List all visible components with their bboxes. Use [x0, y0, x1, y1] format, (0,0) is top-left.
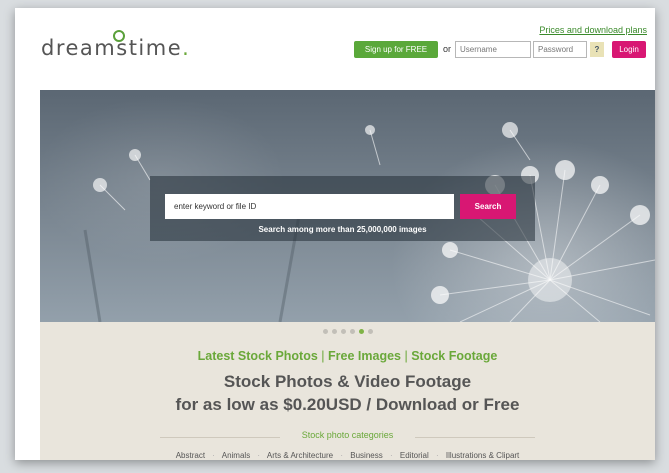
search-button[interactable]: Search [460, 194, 516, 219]
category-list: Abstract · Animals · Arts & Architecture… [40, 451, 655, 460]
categories-header: Stock photo categories [40, 430, 655, 444]
browser-frame: dreamstime. Prices and download plans Si… [15, 8, 655, 460]
search-panel: enter keyword or file ID Search Search a… [150, 176, 535, 241]
category-separator: · [436, 451, 439, 460]
slide-dot[interactable] [340, 329, 346, 334]
site-header: dreamstime. Prices and download plans Si… [15, 8, 655, 90]
help-button[interactable]: ? [590, 42, 604, 57]
featured-links: Latest Stock Photos | Free Images | Stoc… [40, 349, 655, 363]
search-input[interactable]: enter keyword or file ID [165, 194, 454, 219]
category-business[interactable]: Business [350, 451, 382, 460]
category-editorial[interactable]: Editorial [400, 451, 429, 460]
categories-title: Stock photo categories [301, 430, 394, 440]
category-illustrations-clipart[interactable]: Illustrations & Clipart [446, 451, 519, 460]
logo-circle-icon [113, 30, 125, 42]
login-button[interactable]: Login [612, 41, 646, 58]
category-separator: · [257, 451, 261, 460]
search-caption: Search among more than 25,000,000 images [258, 225, 427, 234]
category-separator: · [389, 451, 393, 460]
username-field[interactable]: Username [455, 41, 531, 58]
stock-footage-link[interactable]: Stock Footage [411, 349, 497, 363]
password-field[interactable]: Password [533, 41, 587, 58]
or-label: or [443, 44, 452, 54]
category-animals[interactable]: Animals [222, 451, 250, 460]
logo-period: . [182, 36, 191, 60]
slide-dot[interactable] [322, 329, 328, 334]
logo-text: dreamstime [41, 36, 183, 60]
category-separator: · [340, 451, 344, 460]
link-separator: | [404, 349, 408, 363]
category-abstract[interactable]: Abstract [176, 451, 205, 460]
hero-banner: enter keyword or file ID Search Search a… [40, 90, 655, 322]
category-separator: · [212, 451, 215, 460]
link-separator: | [321, 349, 325, 363]
slide-dot-active[interactable] [358, 329, 364, 334]
slide-dot[interactable] [349, 329, 355, 334]
slide-dot[interactable] [331, 329, 337, 334]
slide-dot[interactable] [367, 329, 373, 334]
free-images-link[interactable]: Free Images [328, 349, 401, 363]
latest-stock-photos-link[interactable]: Latest Stock Photos [198, 349, 318, 363]
signup-button[interactable]: Sign up for FREE [354, 41, 438, 58]
headline-line2: for as low as $0.20USD / Download or Fre… [175, 395, 520, 414]
headline-line1: Stock Photos & Video Footage [223, 372, 472, 391]
prices-link[interactable]: Prices and download plans [539, 25, 647, 35]
category-arts-architecture[interactable]: Arts & Architecture [267, 451, 333, 460]
promo-section: Latest Stock Photos | Free Images | Stoc… [40, 322, 655, 460]
slide-indicator [40, 329, 655, 334]
dreamstime-logo[interactable]: dreamstime. [41, 30, 191, 60]
